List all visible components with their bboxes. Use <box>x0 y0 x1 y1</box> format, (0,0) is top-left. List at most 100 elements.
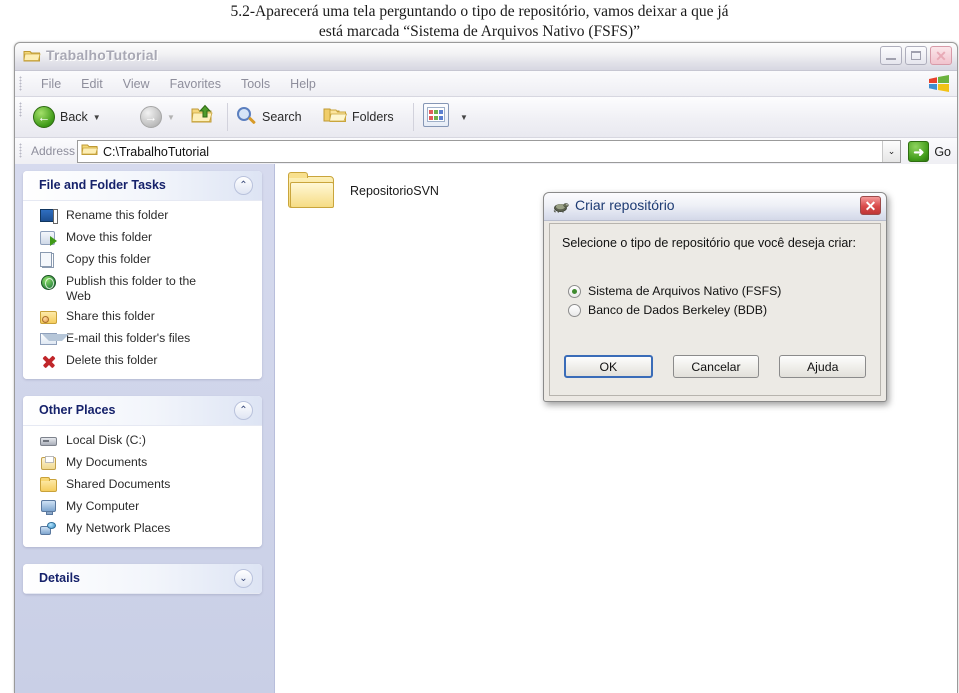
toolbar-gripper[interactable] <box>19 102 22 117</box>
file-item-label: RepositorioSVN <box>350 184 439 198</box>
window-title: TrabalhoTutorial <box>46 47 158 63</box>
forward-button[interactable]: → ▼ <box>140 101 175 133</box>
menu-item-file[interactable]: File <box>31 75 71 93</box>
address-value: C:\TrabalhoTutorial <box>103 144 210 159</box>
folders-icon <box>323 105 348 130</box>
address-label: Address <box>31 144 76 158</box>
close-icon: ✕ <box>935 47 947 64</box>
chevron-down-icon[interactable]: ⌄ <box>234 569 253 588</box>
radio-option-bdb[interactable]: Banco de Dados Berkeley (BDB) <box>568 303 781 317</box>
search-icon <box>237 107 257 127</box>
forward-arrow-icon: → <box>140 106 162 128</box>
menu-item-tools[interactable]: Tools <box>231 75 280 93</box>
task-copy-this-folder[interactable]: Copy this folder <box>23 249 262 271</box>
menu-item-view[interactable]: View <box>113 75 160 93</box>
place-label: Local Disk (C:) <box>66 433 146 447</box>
publish-web-icon <box>39 273 59 291</box>
place-shared-documents[interactable]: Shared Documents <box>23 474 262 496</box>
my-computer-icon <box>39 498 59 516</box>
go-button[interactable]: ➜ Go <box>908 141 951 162</box>
place-label: My Network Places <box>66 521 171 535</box>
toolbar: ← Back ▼ → ▼ Search Folders ▼ <box>15 97 957 138</box>
search-button[interactable]: Search <box>237 101 302 133</box>
menu-bar: File Edit View Favorites Tools Help <box>15 71 957 97</box>
task-label: Rename this folder <box>66 208 169 222</box>
go-label: Go <box>934 144 951 159</box>
menu-item-edit[interactable]: Edit <box>71 75 113 93</box>
radio-button-icon[interactable] <box>568 303 581 317</box>
views-button[interactable] <box>423 103 449 127</box>
menu-item-favorites[interactable]: Favorites <box>160 75 231 93</box>
panel-title: Details <box>39 571 80 585</box>
caption-line-1: 5.2-Aparecerá uma tela perguntando o tip… <box>230 3 729 20</box>
task-label: Share this folder <box>66 309 155 323</box>
views-dropdown-icon[interactable]: ▼ <box>460 113 468 122</box>
task-label: Publish this folder to the Web <box>66 274 197 303</box>
dialog-close-button[interactable]: ✕ <box>860 196 881 215</box>
ok-button[interactable]: OK <box>564 355 653 378</box>
back-label: Back <box>60 110 88 124</box>
place-my-computer[interactable]: My Computer <box>23 496 262 518</box>
place-label: My Computer <box>66 499 140 513</box>
radio-option-fsfs[interactable]: Sistema de Arquivos Nativo (FSFS) <box>568 284 781 298</box>
folders-button[interactable]: Folders <box>323 101 394 133</box>
task-share-this-folder[interactable]: Share this folder <box>23 306 262 328</box>
folder-icon <box>81 142 99 161</box>
back-dropdown-icon[interactable]: ▼ <box>93 113 101 122</box>
place-my-network-places[interactable]: My Network Places <box>23 518 262 540</box>
dialog-prompt: Selecione o tipo de repositório que você… <box>562 236 856 250</box>
radio-label: Sistema de Arquivos Nativo (FSFS) <box>588 284 782 298</box>
panel-details: Details ⌄ <box>23 564 262 594</box>
panel-header[interactable]: File and Folder Tasks ⌃ <box>23 171 262 201</box>
chevron-down-icon[interactable]: ⌄ <box>882 141 900 162</box>
up-one-level-button[interactable] <box>190 101 214 133</box>
copy-icon <box>39 251 59 269</box>
delete-icon <box>39 352 59 370</box>
back-button[interactable]: ← Back ▼ <box>33 101 101 133</box>
folder-icon <box>23 48 41 63</box>
repository-type-radio-group: Sistema de Arquivos Nativo (FSFS) Banco … <box>568 284 781 322</box>
folders-label: Folders <box>352 110 394 124</box>
address-gripper[interactable] <box>19 143 22 158</box>
chevron-up-icon[interactable]: ⌃ <box>234 176 253 195</box>
panel-title: File and Folder Tasks <box>39 178 166 192</box>
chevron-up-icon[interactable]: ⌃ <box>234 401 253 420</box>
minimize-button[interactable] <box>880 46 902 65</box>
toolbar-separator <box>227 103 228 131</box>
cancel-button[interactable]: Cancelar <box>672 355 760 378</box>
menu-gripper[interactable] <box>19 76 22 91</box>
my-network-places-icon <box>39 520 59 538</box>
menu-item-help[interactable]: Help <box>280 75 326 93</box>
address-bar: Address C:\TrabalhoTutorial ⌄ ➜ Go <box>15 138 957 167</box>
file-item-repositoriosvn[interactable]: RepositorioSVN <box>288 172 439 210</box>
task-label: Move this folder <box>66 230 153 244</box>
address-input[interactable]: C:\TrabalhoTutorial ⌄ <box>77 140 901 163</box>
views-icon <box>427 107 445 122</box>
help-button[interactable]: Ajuda <box>779 355 867 378</box>
local-disk-icon <box>39 432 59 450</box>
window-title-bar: TrabalhoTutorial ✕ <box>15 43 957 71</box>
dialog-title: Criar repositório <box>575 197 675 213</box>
close-button[interactable]: ✕ <box>930 46 952 65</box>
task-move-this-folder[interactable]: Move this folder <box>23 227 262 249</box>
window-controls: ✕ <box>880 46 952 65</box>
place-local-disk-c[interactable]: Local Disk (C:) <box>23 430 262 452</box>
panel-title: Other Places <box>39 403 116 417</box>
panel-header[interactable]: Other Places ⌃ <box>23 396 262 426</box>
place-my-documents[interactable]: My Documents <box>23 452 262 474</box>
panel-header[interactable]: Details ⌄ <box>23 564 262 594</box>
radio-button-selected-icon[interactable] <box>568 284 581 298</box>
task-rename-this-folder[interactable]: Rename this folder <box>23 205 262 227</box>
task-label: E-mail this folder's files <box>66 331 191 345</box>
task-label: Copy this folder <box>66 252 151 266</box>
task-publish-this-folder-to-the-web[interactable]: Publish this folder to the Web <box>23 271 262 306</box>
windows-logo-icon <box>921 71 957 96</box>
forward-dropdown-icon[interactable]: ▼ <box>167 113 175 122</box>
task-delete-this-folder[interactable]: Delete this folder <box>23 350 262 372</box>
radio-label: Banco de Dados Berkeley (BDB) <box>588 303 768 317</box>
share-folder-icon <box>39 308 59 326</box>
task-email-this-folders-files[interactable]: E-mail this folder's files <box>23 328 262 350</box>
maximize-button[interactable] <box>905 46 927 65</box>
panel-other-places: Other Places ⌃ Local Disk (C:) My Docume… <box>23 396 262 547</box>
place-label: Shared Documents <box>66 477 171 491</box>
